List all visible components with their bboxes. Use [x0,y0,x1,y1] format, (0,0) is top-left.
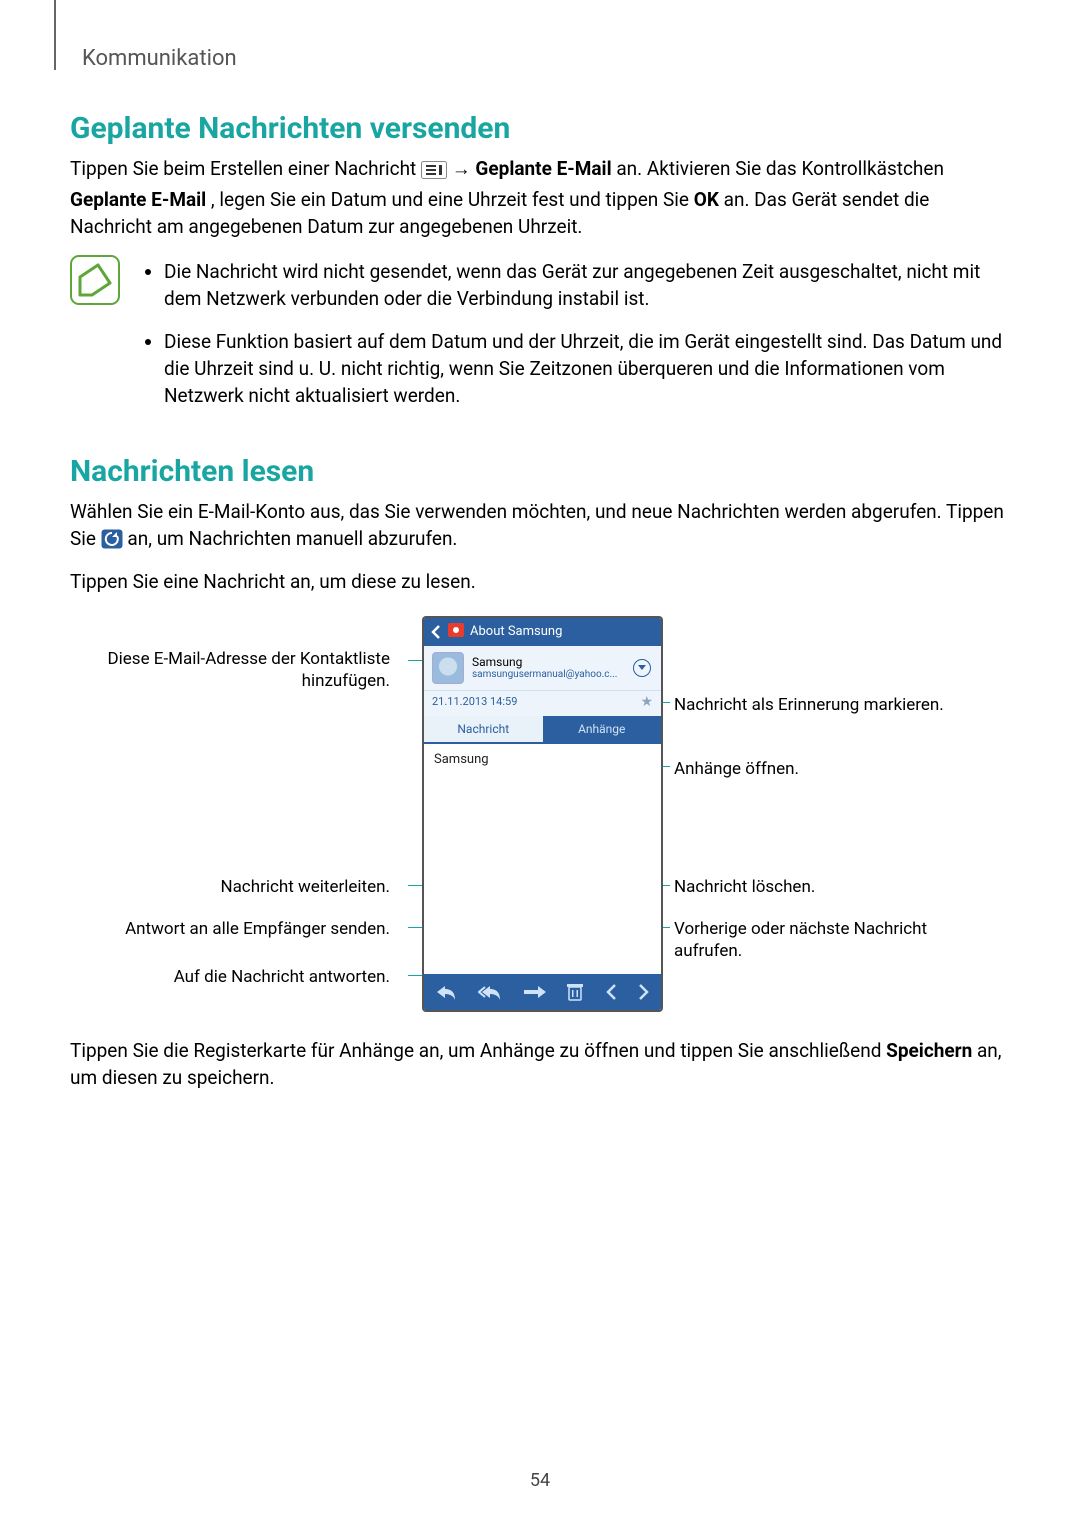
forward-icon [524,985,546,999]
phone-header: About Samsung [424,618,661,646]
bold-text: Geplante E-Mail [70,188,206,211]
callout-reply-all: Antwort an alle Empfänger senden. [70,918,390,940]
text: an, um Nachrichten manuell abzurufen. [127,527,457,550]
sender-email: samsungusermanual@yahoo.c... [472,669,617,680]
tab-attachments: Anhänge [543,716,662,744]
datetime-text: 21.11.2013 14:59 [432,695,517,708]
bold-text: Speichern [886,1039,972,1062]
phone-footer [424,974,661,1010]
callout-attachments: Anhänge öffnen. [674,758,799,780]
page-number: 54 [0,1470,1080,1491]
reply-icon [435,983,457,1001]
back-icon [430,625,442,639]
datetime-row: 21.11.2013 14:59 ★ [424,691,661,716]
sender-row: Samsung samsungusermanual@yahoo.c... [424,646,661,691]
tabs: Nachricht Anhänge [424,716,661,744]
phone-title: About Samsung [470,624,655,639]
paragraph-attachments-save: Tippen Sie die Registerkarte für Anhänge… [70,1038,1010,1092]
prev-icon [605,984,617,1000]
note-item: Diese Funktion basiert auf dem Datum und… [164,329,1010,410]
delete-icon [567,983,583,1001]
note-list: Die Nachricht wird nicht gesendet, wenn … [140,255,1010,426]
heading-scheduled: Geplante Nachrichten versenden [70,111,1010,146]
tab-message: Nachricht [424,716,543,744]
paragraph-read-2: Tippen Sie eine Nachricht an, um diese z… [70,569,1010,596]
note-icon [70,255,120,426]
sender-info: Samsung samsungusermanual@yahoo.c... [472,656,617,680]
callout-reply: Auf die Nachricht antworten. [70,966,390,988]
phone-mock: About Samsung Samsung samsungusermanual@… [422,616,663,1012]
text: an. Aktivieren Sie das Kontrollkästchen [616,157,944,180]
callout-prev-next: Vorherige oder nächste Nachricht aufrufe… [674,918,994,962]
expand-icon [633,659,651,677]
message-body: Samsung [424,744,661,970]
callout-forward: Nachricht weiterleiten. [70,876,390,898]
note-item: Die Nachricht wird nicht gesendet, wenn … [164,259,1010,313]
callout-add-contact: Diese E-Mail-Adresse der Kontaktliste hi… [70,648,390,692]
refresh-icon [101,529,123,557]
reply-all-icon [478,983,502,1001]
callout-star: Nachricht als Erinnerung markieren. [674,694,944,716]
text: , legen Sie ein Datum und eine Uhrzeit f… [211,188,694,211]
text: Tippen Sie beim Erstellen einer Nachrich… [70,157,421,180]
avatar-icon [432,652,464,684]
next-icon [638,984,650,1000]
text: → [452,157,476,180]
sender-name: Samsung [472,656,617,669]
bold-text: OK [694,188,719,211]
section-label: Kommunikation [82,46,1010,71]
paragraph-scheduled: Tippen Sie beim Erstellen einer Nachrich… [70,156,1010,241]
star-icon: ★ [640,694,653,710]
email-app-icon [448,623,464,641]
callout-delete: Nachricht löschen. [674,876,815,898]
header-rule [54,0,56,70]
email-diagram: Diese E-Mail-Adresse der Kontaktliste hi… [70,608,1010,1008]
bold-text: Geplante E-Mail [475,157,611,180]
note-block: Die Nachricht wird nicht gesendet, wenn … [70,255,1010,426]
text: Tippen Sie die Registerkarte für Anhänge… [70,1039,886,1062]
menu-list-icon [421,160,447,187]
heading-read: Nachrichten lesen [70,454,1010,489]
paragraph-read-1: Wählen Sie ein E-Mail-Konto aus, das Sie… [70,499,1010,557]
